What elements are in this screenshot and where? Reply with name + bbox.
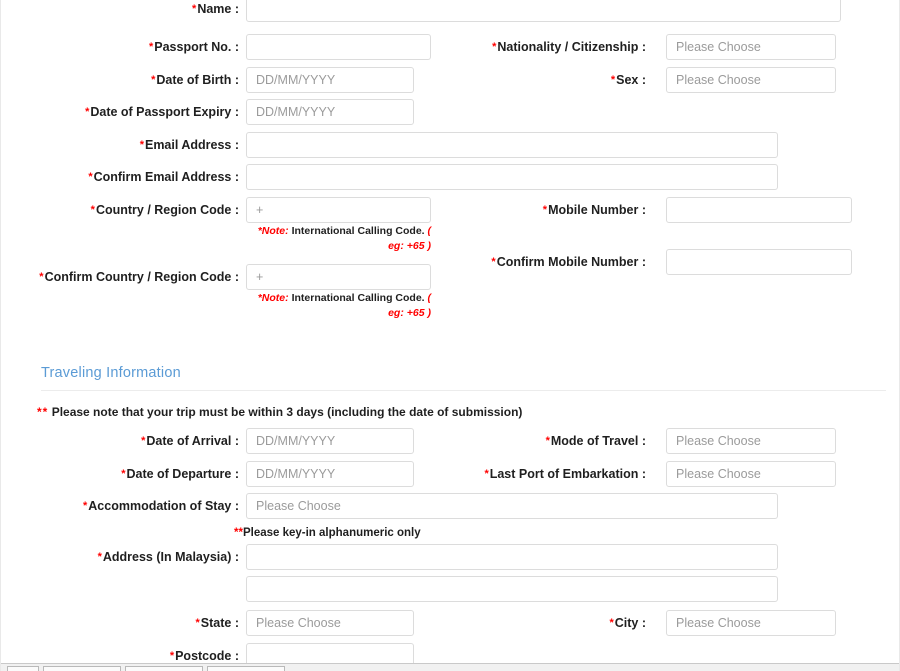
section-title-traveling-information: Traveling Information xyxy=(41,365,181,381)
section-divider xyxy=(41,390,886,391)
sex-select[interactable] xyxy=(666,67,836,93)
label-date-of-departure: *Date of Departure : xyxy=(121,467,239,481)
required-asterisk: * xyxy=(169,650,175,662)
label-confirm-mobile-number: *Confirm Mobile Number : xyxy=(491,255,646,269)
label-confirm-email-address: *Confirm Email Address : xyxy=(88,170,239,184)
required-asterisk: * xyxy=(192,3,197,15)
label-sex: *Sex : xyxy=(610,73,646,87)
required-asterisk: * xyxy=(545,435,550,447)
label-mobile-number: *Mobile Number : xyxy=(542,203,646,217)
taskbar-window-button[interactable] xyxy=(7,666,39,671)
required-asterisk: * xyxy=(542,204,548,216)
passport-expiry-input[interactable] xyxy=(246,99,414,125)
label-state: *State : xyxy=(195,616,239,630)
nationality-select[interactable] xyxy=(666,34,836,60)
required-asterisk: * xyxy=(151,74,156,86)
date-of-arrival-input[interactable] xyxy=(246,428,414,454)
confirm-email-address-input[interactable] xyxy=(246,164,778,190)
required-asterisk: * xyxy=(491,256,496,268)
required-asterisk: * xyxy=(97,551,102,563)
required-asterisk: * xyxy=(610,74,616,86)
label-last-port-of-embarkation: *Last Port of Embarkation : xyxy=(484,467,646,481)
city-select[interactable] xyxy=(666,610,836,636)
label-nationality: *Nationality / Citizenship : xyxy=(492,40,646,54)
taskbar xyxy=(1,663,899,671)
mode-of-travel-select[interactable] xyxy=(666,428,836,454)
label-confirm-country-region-code: *Confirm Country / Region Code : xyxy=(39,270,239,284)
address-line-2-input[interactable] xyxy=(246,576,778,602)
taskbar-window-button[interactable] xyxy=(207,666,285,671)
alphanumeric-note: **Please key-in alphanumeric only xyxy=(234,527,421,539)
date-of-birth-input[interactable] xyxy=(246,67,414,93)
label-passport-expiry: *Date of Passport Expiry : xyxy=(85,105,239,119)
label-date-of-arrival: *Date of Arrival : xyxy=(141,434,239,448)
label-email-address: *Email Address : xyxy=(139,138,239,152)
required-asterisk: * xyxy=(148,41,154,53)
required-asterisk: * xyxy=(39,271,44,283)
name-input[interactable] xyxy=(246,0,841,22)
label-city: *City : xyxy=(609,616,646,630)
required-asterisk: * xyxy=(141,435,146,447)
required-asterisk: * xyxy=(492,41,497,53)
country-region-code-input[interactable] xyxy=(246,197,431,223)
confirm-mobile-number-input[interactable] xyxy=(666,249,852,275)
email-address-input[interactable] xyxy=(246,132,778,158)
required-asterisk: * xyxy=(90,204,95,216)
required-asterisk: * xyxy=(85,106,90,118)
last-port-of-embarkation-select[interactable] xyxy=(666,461,836,487)
trip-duration-note: ** Please note that your trip must be wi… xyxy=(37,405,523,419)
visa-application-form: *Name : *Passport No. : *Nationality / C… xyxy=(0,0,900,671)
mobile-number-input[interactable] xyxy=(666,197,852,223)
required-asterisk: * xyxy=(88,171,93,183)
label-address-in-malaysia: *Address (In Malaysia) : xyxy=(97,550,239,564)
accommodation-of-stay-select[interactable] xyxy=(246,493,778,519)
taskbar-window-button[interactable] xyxy=(43,666,121,671)
label-passport-no: *Passport No. : xyxy=(148,40,239,54)
label-date-of-birth: *Date of Birth : xyxy=(151,73,239,87)
label-name: *Name : xyxy=(192,2,239,16)
label-mode-of-travel: *Mode of Travel : xyxy=(545,434,646,448)
label-accommodation-of-stay: *Accommodation of Stay : xyxy=(83,499,239,513)
required-asterisk: * xyxy=(484,468,489,480)
required-asterisk: * xyxy=(121,468,126,480)
date-of-departure-input[interactable] xyxy=(246,461,414,487)
state-select[interactable] xyxy=(246,610,414,636)
label-country-region-code: *Country / Region Code : xyxy=(90,203,239,217)
required-asterisk: * xyxy=(83,500,88,512)
taskbar-window-button[interactable] xyxy=(125,666,203,671)
address-line-1-input[interactable] xyxy=(246,544,778,570)
required-asterisk: * xyxy=(139,139,144,151)
note-calling-code-2: *Note: International Calling Code. ( eg:… xyxy=(257,292,431,319)
required-asterisk: * xyxy=(609,617,614,629)
required-asterisk: * xyxy=(195,617,200,629)
